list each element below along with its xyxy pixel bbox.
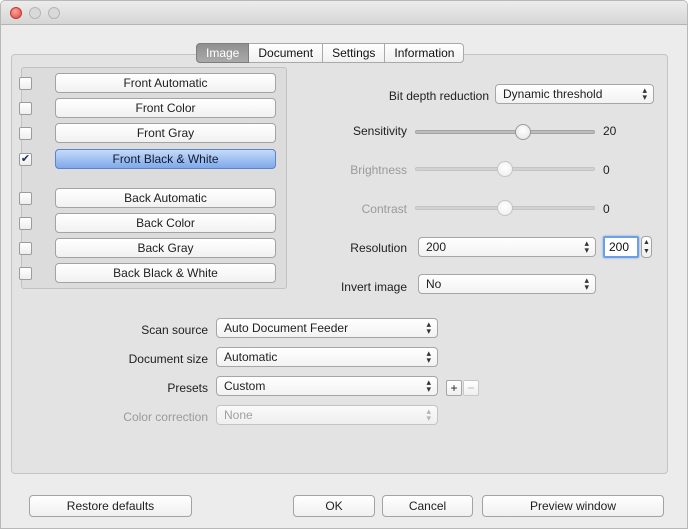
document-size-label: Document size xyxy=(128,352,208,366)
presets-label: Presets xyxy=(167,381,208,395)
mode-button[interactable]: Front Automatic xyxy=(55,73,276,93)
bit-depth-select[interactable]: Dynamic threshold ▴ ▾ xyxy=(495,84,654,104)
title-bar xyxy=(1,1,687,25)
mode-checkbox[interactable] xyxy=(19,192,32,205)
presets-select[interactable]: Custom ▴ ▾ xyxy=(216,376,438,396)
mode-button[interactable]: Front Gray xyxy=(55,123,276,143)
popup-arrows-icon: ▴ ▾ xyxy=(426,348,431,365)
tab-image[interactable]: Image xyxy=(196,43,250,63)
slider-knob xyxy=(497,161,513,177)
remove-preset-button: − xyxy=(463,380,479,396)
scan-source-select[interactable]: Auto Document Feeder ▴ ▾ xyxy=(216,318,438,338)
mode-row-front-color: Front Color xyxy=(19,98,278,118)
presets-value: Custom xyxy=(224,379,266,393)
sensitivity-slider[interactable] xyxy=(415,122,595,142)
mode-checkbox-checked[interactable]: ✔ xyxy=(19,153,32,166)
resolution-value: 200 xyxy=(426,240,447,254)
popup-arrows-icon: ▴ ▾ xyxy=(584,275,589,292)
mode-checkbox[interactable] xyxy=(19,242,32,255)
resolution-select[interactable]: 200 ▴ ▾ xyxy=(418,237,596,257)
mode-row-front-automatic: Front Automatic xyxy=(19,73,278,93)
tab-information[interactable]: Information xyxy=(385,43,465,63)
mode-row-back-automatic: Back Automatic xyxy=(19,188,278,208)
mode-button[interactable]: Back Color xyxy=(55,213,276,233)
contrast-slider xyxy=(415,198,595,218)
contrast-value: 0 xyxy=(603,202,610,216)
invert-image-value: No xyxy=(426,277,442,291)
preview-window-button[interactable]: Preview window xyxy=(482,495,664,517)
cancel-button[interactable]: Cancel xyxy=(382,495,473,517)
popup-arrows-icon: ▴ ▾ xyxy=(426,377,431,394)
resolution-label: Resolution xyxy=(350,241,407,255)
bit-depth-value: Dynamic threshold xyxy=(503,87,603,101)
tab-settings[interactable]: Settings xyxy=(323,43,386,63)
popup-arrows-icon: ▴ ▾ xyxy=(426,319,431,336)
ok-button[interactable]: OK xyxy=(293,495,375,517)
mode-checkbox[interactable] xyxy=(19,102,32,115)
bit-depth-label: Bit depth reduction xyxy=(388,89,489,103)
slider-track xyxy=(415,130,595,134)
sensitivity-value: 20 xyxy=(603,124,617,138)
color-correction-select: None ▴ ▾ xyxy=(216,405,438,425)
document-size-select[interactable]: Automatic ▴ ▾ xyxy=(216,347,438,367)
mode-checkbox[interactable] xyxy=(19,77,32,90)
tab-document[interactable]: Document xyxy=(249,43,324,63)
color-correction-label: Color correction xyxy=(123,410,208,424)
mode-checkbox[interactable] xyxy=(19,127,32,140)
mode-checkbox[interactable] xyxy=(19,267,32,280)
contrast-label: Contrast xyxy=(361,202,407,216)
color-correction-value: None xyxy=(224,408,253,422)
mode-button[interactable]: Back Automatic xyxy=(55,188,276,208)
brightness-slider xyxy=(415,159,595,179)
tab-bar: Image Document Settings Information xyxy=(196,43,465,63)
popup-arrows-icon: ▴ ▾ xyxy=(642,85,647,102)
scan-source-label: Scan source xyxy=(141,323,208,337)
restore-defaults-button[interactable]: Restore defaults xyxy=(29,495,192,517)
document-size-value: Automatic xyxy=(224,350,278,364)
mode-button[interactable]: Back Gray xyxy=(55,238,276,258)
zoom-icon[interactable] xyxy=(48,7,60,19)
popup-arrows-icon: ▴ ▾ xyxy=(584,238,589,255)
invert-image-label: Invert image xyxy=(340,280,407,294)
mode-checkbox[interactable] xyxy=(19,217,32,230)
invert-image-select[interactable]: No ▴ ▾ xyxy=(418,274,596,294)
slider-knob[interactable] xyxy=(515,124,531,140)
sensitivity-label: Sensitivity xyxy=(352,124,407,138)
add-preset-button[interactable]: + xyxy=(446,380,462,396)
scan-source-value: Auto Document Feeder xyxy=(224,321,349,335)
minimize-icon[interactable] xyxy=(29,7,41,19)
mode-button[interactable]: Back Black & White xyxy=(55,263,276,283)
mode-row-back-color: Back Color xyxy=(19,213,278,233)
mode-button[interactable]: Front Color xyxy=(55,98,276,118)
mode-row-front-gray: Front Gray xyxy=(19,123,278,143)
brightness-value: 0 xyxy=(603,163,610,177)
slider-knob xyxy=(497,200,513,216)
mode-row-back-black-white: Back Black & White xyxy=(19,263,278,283)
brightness-label: Brightness xyxy=(350,163,407,177)
scanner-settings-window: Image Document Settings Information Fron… xyxy=(0,0,688,529)
mode-row-back-gray: Back Gray xyxy=(19,238,278,258)
resolution-stepper-icon[interactable]: ▲ ▼ xyxy=(641,236,652,258)
resolution-number-field[interactable]: 200 xyxy=(603,236,639,258)
popup-arrows-icon: ▴ ▾ xyxy=(426,406,431,423)
close-icon[interactable] xyxy=(10,7,22,19)
mode-row-front-black-white: ✔ Front Black & White xyxy=(19,149,278,169)
mode-button-selected[interactable]: Front Black & White xyxy=(55,149,276,169)
